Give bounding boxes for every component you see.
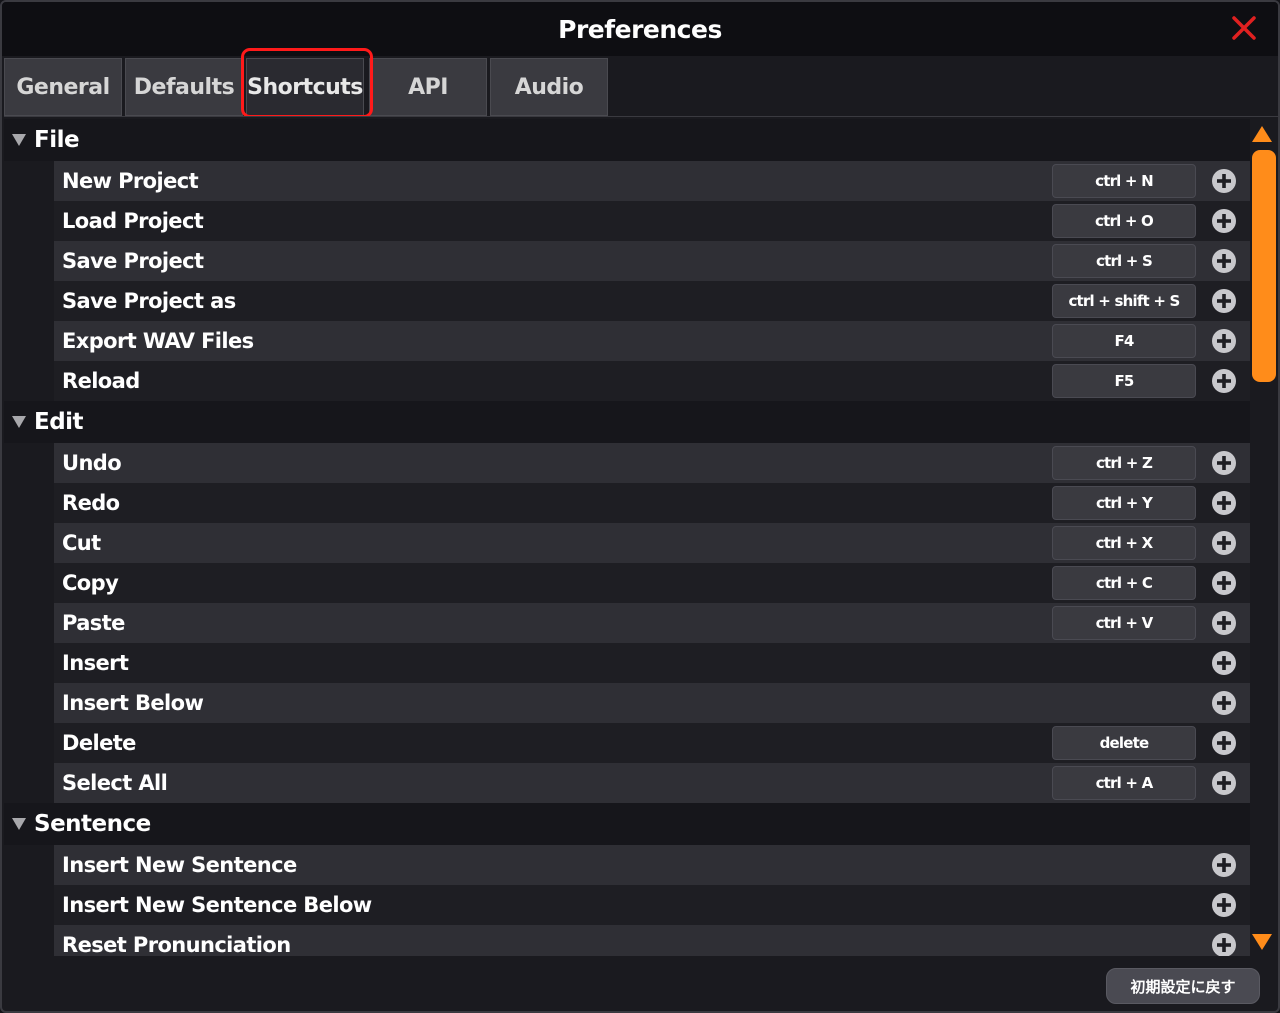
shortcut-name: Insert Below — [62, 691, 204, 715]
shortcut-row: Select All ctrl + A — [54, 763, 1250, 803]
shortcut-row: Delete delete — [54, 723, 1250, 763]
tab-general[interactable]: General — [4, 58, 122, 116]
shortcut-row: Undo ctrl + Z — [54, 443, 1250, 483]
shortcut-row: Copy ctrl + C — [54, 563, 1250, 603]
shortcut-row: Export WAV Files F4 — [54, 321, 1250, 361]
shortcut-row: Paste ctrl + V — [54, 603, 1250, 643]
shortcut-row: Load Project ctrl + O — [54, 201, 1250, 241]
add-shortcut-icon[interactable] — [1210, 529, 1238, 557]
shortcut-key-field[interactable]: ctrl + V — [1052, 606, 1196, 640]
add-shortcut-icon[interactable] — [1210, 851, 1238, 879]
add-shortcut-icon[interactable] — [1210, 569, 1238, 597]
section-header-sentence[interactable]: Sentence — [4, 803, 1250, 845]
shortcuts-list: File New Project ctrl + N Load Project ctrl … — [4, 116, 1278, 956]
shortcut-key-field[interactable]: ctrl + Y — [1052, 486, 1196, 520]
shortcut-row: Cut ctrl + X — [54, 523, 1250, 563]
shortcut-key-field[interactable]: F4 — [1052, 324, 1196, 358]
tab-audio[interactable]: Audio — [490, 58, 608, 116]
shortcut-row: New Project ctrl + N — [54, 161, 1250, 201]
reset-defaults-button[interactable]: 初期設定に戻す — [1106, 968, 1260, 1004]
shortcut-name: Insert New Sentence — [62, 853, 297, 877]
shortcut-key-field[interactable]: ctrl + S — [1052, 244, 1196, 278]
section-label: Edit — [34, 409, 84, 435]
add-shortcut-icon[interactable] — [1210, 247, 1238, 275]
shortcut-key-field[interactable]: ctrl + A — [1052, 766, 1196, 800]
add-shortcut-icon[interactable] — [1210, 609, 1238, 637]
shortcut-name: Insert — [62, 651, 129, 675]
shortcut-name: Insert New Sentence Below — [62, 893, 372, 917]
collapse-triangle-icon[interactable] — [4, 817, 34, 831]
window-title: Preferences — [558, 14, 722, 44]
shortcut-row: Save Project as ctrl + shift + S — [54, 281, 1250, 321]
tab-api[interactable]: API — [369, 58, 487, 116]
scroll-up-arrow-icon[interactable] — [1250, 124, 1274, 144]
add-shortcut-icon[interactable] — [1210, 931, 1238, 956]
add-shortcut-icon[interactable] — [1210, 287, 1238, 315]
shortcut-key-field[interactable]: ctrl + C — [1052, 566, 1196, 600]
close-icon[interactable] — [1228, 12, 1260, 44]
scrollbar-thumb[interactable] — [1252, 150, 1276, 382]
section-header-edit[interactable]: Edit — [4, 401, 1250, 443]
shortcut-key-field[interactable]: ctrl + N — [1052, 164, 1196, 198]
shortcut-row: Insert — [54, 643, 1250, 683]
preferences-window: Preferences General Defaults Shortcuts A… — [0, 0, 1280, 1013]
shortcut-row: Insert Below — [54, 683, 1250, 723]
tab-shortcuts[interactable]: Shortcuts — [246, 58, 364, 116]
add-shortcut-icon[interactable] — [1210, 489, 1238, 517]
tab-defaults[interactable]: Defaults — [125, 58, 243, 116]
title-bar: Preferences — [2, 2, 1278, 56]
shortcut-row: Save Project ctrl + S — [54, 241, 1250, 281]
shortcut-key-field[interactable]: ctrl + Z — [1052, 446, 1196, 480]
shortcut-name: Reset Pronunciation — [62, 933, 291, 956]
collapse-triangle-icon[interactable] — [4, 415, 34, 429]
shortcut-key-field[interactable]: ctrl + X — [1052, 526, 1196, 560]
section-label: File — [34, 127, 80, 153]
shortcut-row: Reset Pronunciation — [54, 925, 1250, 956]
add-shortcut-icon[interactable] — [1210, 891, 1238, 919]
add-shortcut-icon[interactable] — [1210, 769, 1238, 797]
section-label: Sentence — [34, 811, 151, 837]
scroll-down-arrow-icon[interactable] — [1250, 932, 1274, 952]
add-shortcut-icon[interactable] — [1210, 649, 1238, 677]
add-shortcut-icon[interactable] — [1210, 729, 1238, 757]
add-shortcut-icon[interactable] — [1210, 449, 1238, 477]
section-header-file[interactable]: File — [4, 119, 1250, 161]
add-shortcut-icon[interactable] — [1210, 167, 1238, 195]
shortcut-key-field[interactable]: ctrl + shift + S — [1052, 284, 1196, 318]
shortcut-row: Insert New Sentence Below — [54, 885, 1250, 925]
add-shortcut-icon[interactable] — [1210, 689, 1238, 717]
shortcut-row: Insert New Sentence — [54, 845, 1250, 885]
add-shortcut-icon[interactable] — [1210, 327, 1238, 355]
shortcut-key-field[interactable]: ctrl + O — [1052, 204, 1196, 238]
add-shortcut-icon[interactable] — [1210, 207, 1238, 235]
shortcut-key-field[interactable]: F5 — [1052, 364, 1196, 398]
shortcut-row: Redo ctrl + Y — [54, 483, 1250, 523]
shortcut-row: Reload F5 — [54, 361, 1250, 401]
shortcut-key-field[interactable]: delete — [1052, 726, 1196, 760]
tab-bar: General Defaults Shortcuts API Audio — [2, 56, 1278, 116]
collapse-triangle-icon[interactable] — [4, 133, 34, 147]
add-shortcut-icon[interactable] — [1210, 367, 1238, 395]
